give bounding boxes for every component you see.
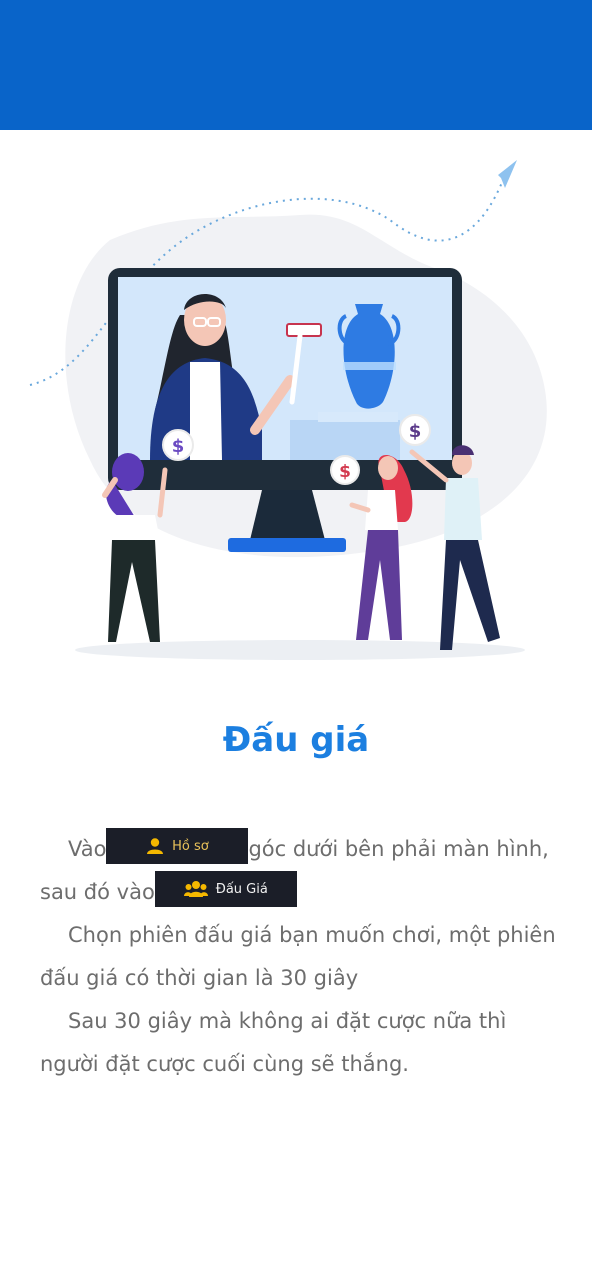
auction-illustration: $ $ $ bbox=[0, 130, 592, 690]
dollar-sign-icon: $ bbox=[172, 436, 185, 457]
auction-chip: Đấu Giá bbox=[154, 871, 297, 907]
instruction-paragraph-2: Chọn phiên đấu giá bạn muốn chơi, một ph… bbox=[40, 923, 556, 990]
user-icon bbox=[147, 838, 164, 854]
instruction-paragraph-3: Sau 30 giây mà không ai đặt cược nữa thì… bbox=[40, 1009, 507, 1076]
profile-chip-label: Hồ sơ bbox=[172, 838, 209, 854]
auction-chip-label: Đấu Giá bbox=[215, 881, 268, 897]
dollar-sign-icon: $ bbox=[339, 462, 351, 482]
paper-plane-icon bbox=[498, 160, 517, 188]
instructions-text: Vào Hồ sơ góc dưới bên phải màn hình, sau … bbox=[40, 828, 560, 1086]
profile-chip: Hồ sơ bbox=[106, 828, 249, 864]
top-header-bar bbox=[0, 0, 592, 130]
dollar-sign-icon: $ bbox=[409, 421, 422, 442]
instruction-paragraph-1: Vào Hồ sơ góc dưới bên phải màn hình, sau … bbox=[40, 828, 560, 914]
users-icon bbox=[183, 881, 208, 897]
page-title: Đấu giá bbox=[222, 720, 370, 760]
